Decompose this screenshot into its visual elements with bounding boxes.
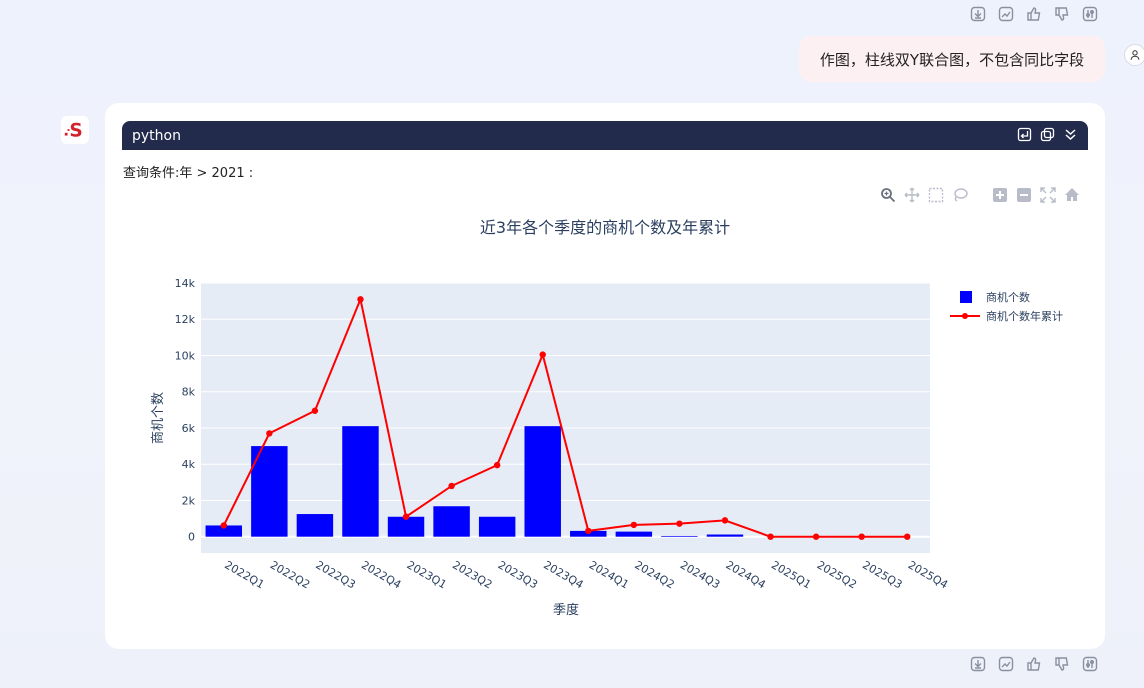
download-icon[interactable] xyxy=(970,656,986,672)
pan-icon[interactable] xyxy=(904,187,920,203)
thumbs-down-icon[interactable] xyxy=(1054,656,1070,672)
y-axis-label: 商机个数 xyxy=(151,392,166,444)
y-tick-label: 4k xyxy=(182,458,196,471)
line-point[interactable] xyxy=(721,517,729,524)
autoscale-icon[interactable] xyxy=(1040,187,1056,203)
zoom-icon[interactable] xyxy=(880,187,896,203)
x-axis-ticks: 2022Q1 2022Q2 2022Q3 2022Q4 2023Q1 2023Q2 2023… xyxy=(222,558,950,591)
line-point[interactable] xyxy=(812,533,820,540)
legend-label[interactable]: 商机个数年累计 xyxy=(986,309,1063,323)
message-actions-top xyxy=(970,6,1098,22)
thumbs-down-icon[interactable] xyxy=(1054,6,1070,22)
bar[interactable] xyxy=(296,514,334,537)
reset-axes-home-icon[interactable] xyxy=(1064,187,1080,203)
y-tick-label: 14k xyxy=(175,277,196,290)
bot-logo-icon: S xyxy=(61,116,89,144)
x-tick-label: 2023Q3 xyxy=(496,558,540,591)
zoom-out-icon[interactable] xyxy=(1016,187,1032,203)
code-block-header: python xyxy=(122,121,1088,150)
line-point[interactable] xyxy=(904,533,911,540)
user-message-text: 作图，柱线双Y联合图，不包含同比字段 xyxy=(819,50,1085,69)
insert-code-icon[interactable] xyxy=(1017,127,1032,142)
x-tick-label: 2024Q4 xyxy=(723,558,767,591)
x-tick-label: 2022Q1 xyxy=(222,558,266,591)
line-point[interactable] xyxy=(630,521,638,529)
line-point[interactable] xyxy=(311,407,319,414)
y-tick-label: 8k xyxy=(182,386,196,399)
line-point[interactable] xyxy=(266,430,273,437)
bar[interactable] xyxy=(342,426,379,537)
chart-modebar xyxy=(880,187,1080,203)
y-tick-label: 12k xyxy=(175,313,196,326)
chart-title: 近3年各个季度的商机个数及年累计 xyxy=(480,218,730,237)
bar[interactable] xyxy=(478,516,516,537)
line-point[interactable] xyxy=(539,351,546,358)
x-tick-label: 2022Q3 xyxy=(313,558,357,591)
lasso-select-icon[interactable] xyxy=(952,187,968,203)
y-tick-label: 6k xyxy=(182,422,196,435)
legend[interactable]: 商机个数商机个数年累计 xyxy=(950,290,1063,323)
y-tick-label: 0 xyxy=(188,531,195,544)
line-point[interactable] xyxy=(402,513,410,520)
x-tick-label: 2024Q2 xyxy=(632,558,676,591)
legend-label[interactable]: 商机个数 xyxy=(986,290,1030,304)
line-point[interactable] xyxy=(493,461,501,469)
y-axis-ticks: 0 2k 4k 6k 8k 10k 12k 14k xyxy=(175,277,196,544)
line-point[interactable] xyxy=(676,520,683,527)
y-tick-label: 2k xyxy=(182,494,196,507)
bar[interactable] xyxy=(615,531,653,537)
line-point[interactable] xyxy=(220,522,227,529)
x-tick-label: 2025Q3 xyxy=(860,558,904,591)
thumbs-up-icon[interactable] xyxy=(1026,6,1042,22)
bar[interactable] xyxy=(661,535,698,537)
x-tick-label: 2024Q1 xyxy=(587,558,631,591)
line-point[interactable] xyxy=(767,533,774,540)
x-tick-label: 2024Q3 xyxy=(678,558,722,591)
x-axis-label: 季度 xyxy=(553,602,579,618)
copy-icon[interactable] xyxy=(1040,127,1055,142)
chart-icon[interactable] xyxy=(998,6,1014,22)
line-point[interactable] xyxy=(585,527,592,535)
x-tick-label: 2025Q2 xyxy=(815,558,859,591)
code-language-label: python xyxy=(132,127,181,144)
settings-icon[interactable] xyxy=(1082,6,1098,22)
bar[interactable] xyxy=(433,506,470,537)
collapse-chevron-icon[interactable] xyxy=(1063,127,1078,142)
user-message-bubble: 作图，柱线双Y联合图，不包含同比字段 xyxy=(799,36,1105,82)
x-tick-label: 2022Q2 xyxy=(268,558,312,591)
plot-area xyxy=(201,283,930,553)
bar[interactable] xyxy=(706,534,744,537)
x-tick-label: 2022Q4 xyxy=(359,558,403,591)
line-point[interactable] xyxy=(858,533,865,540)
line-point[interactable] xyxy=(357,296,364,303)
y-tick-label: 10k xyxy=(175,349,196,362)
line-point[interactable] xyxy=(448,482,455,490)
box-select-icon[interactable] xyxy=(928,187,944,203)
thumbs-up-icon[interactable] xyxy=(1026,656,1042,672)
combo-chart: 近3年各个季度的商机个数及年累计 0 2k 4k 6k 8k 10k 12k 14k 2022… xyxy=(151,218,1063,618)
settings-icon[interactable] xyxy=(1082,656,1098,672)
x-tick-label: 2025Q4 xyxy=(906,558,950,591)
x-tick-label: 2023Q4 xyxy=(541,558,585,591)
legend-line-marker[interactable] xyxy=(962,313,968,319)
message-actions-bottom xyxy=(970,656,1098,672)
legend-bar-swatch[interactable] xyxy=(960,291,972,303)
user-avatar-icon xyxy=(1124,44,1144,66)
svg-text:S: S xyxy=(69,121,82,142)
download-icon[interactable] xyxy=(970,6,986,22)
x-tick-label: 2025Q1 xyxy=(769,558,813,591)
zoom-in-icon[interactable] xyxy=(992,187,1008,203)
chart-icon[interactable] xyxy=(998,656,1014,672)
x-tick-label: 2023Q1 xyxy=(405,558,449,591)
x-tick-label: 2023Q2 xyxy=(450,558,494,591)
bar[interactable] xyxy=(524,426,561,537)
query-condition: 查询条件:年 > 2021 : xyxy=(123,166,254,181)
